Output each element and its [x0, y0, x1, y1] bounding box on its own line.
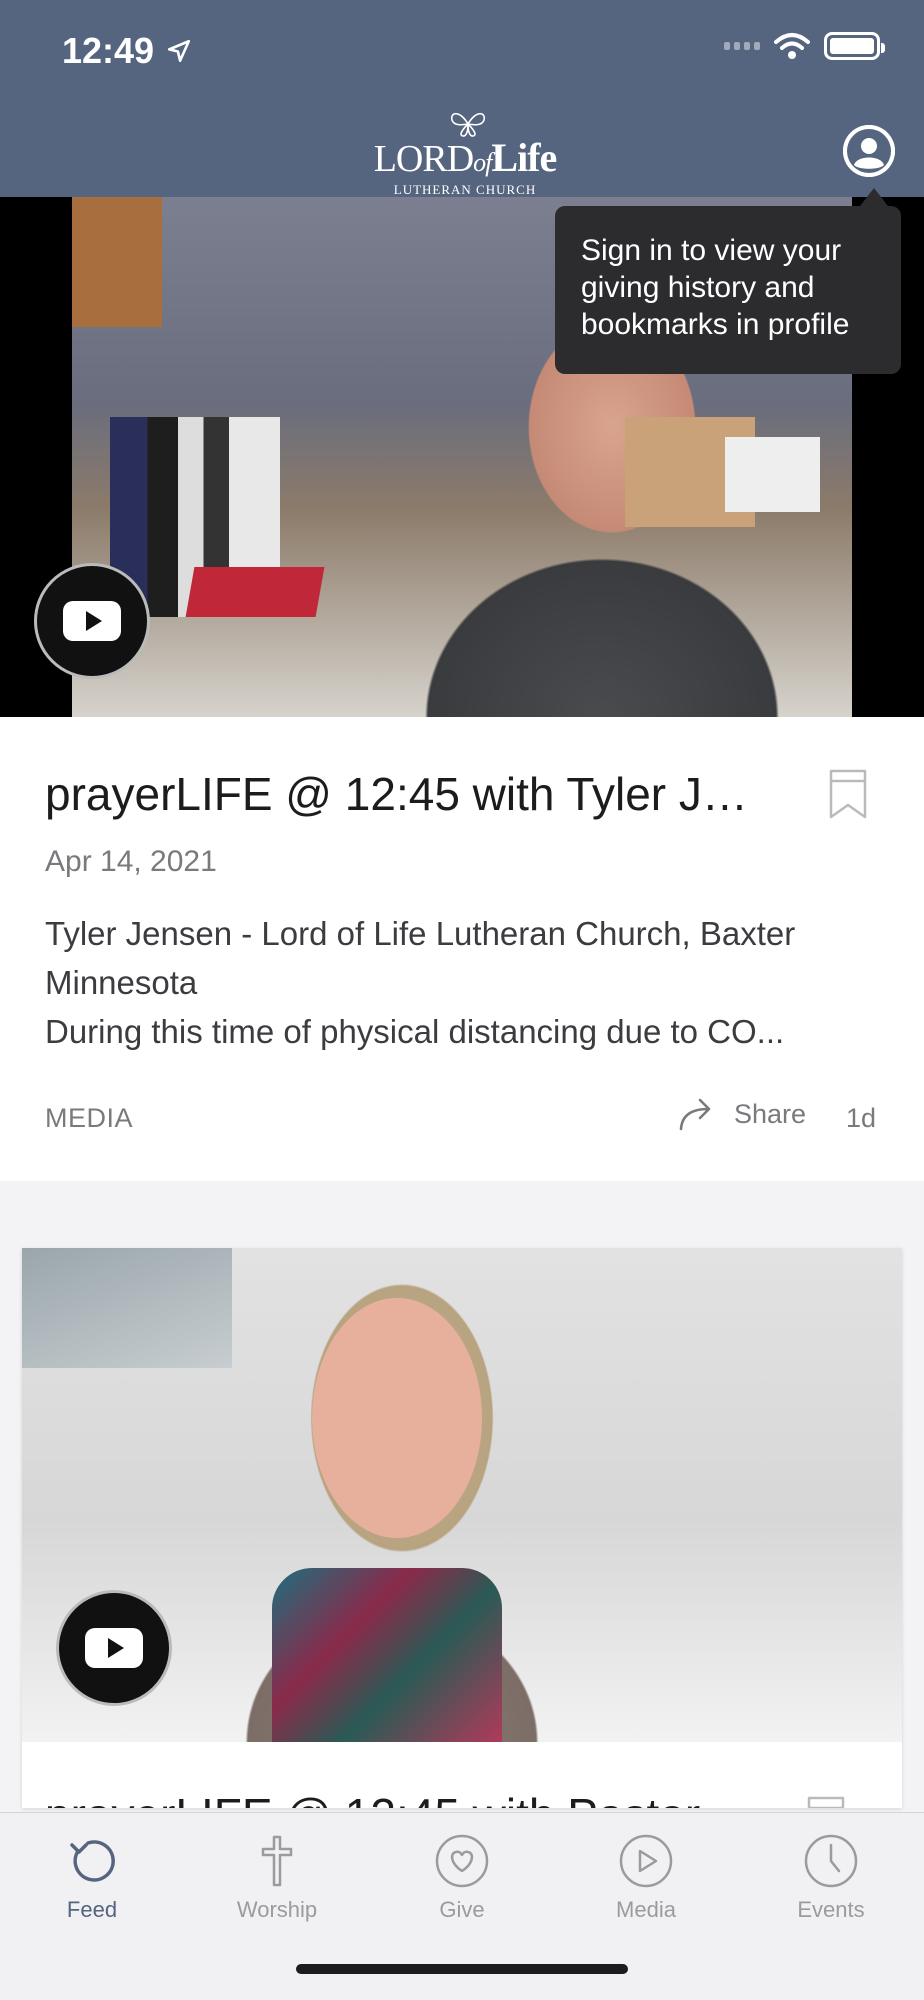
- youtube-icon: [85, 1628, 143, 1668]
- card-title[interactable]: prayerLIFE @ 12:45 with Tyler Je...: [45, 767, 765, 821]
- tab-events[interactable]: Events: [766, 1833, 896, 1923]
- card-title[interactable]: prayerLIFE @ 12:45 with Pastor...: [45, 1788, 736, 1808]
- card-age: 1d: [846, 1103, 877, 1133]
- tab-feed[interactable]: Feed: [27, 1833, 157, 1923]
- app-header: 12:49 LORDofLife LUTHERAN CHURCH: [0, 0, 924, 197]
- tab-worship[interactable]: Worship: [212, 1833, 342, 1923]
- tab-label: Worship: [236, 1897, 318, 1922]
- cross-icon: [261, 1835, 293, 1887]
- card-date: Apr 14, 2021: [45, 845, 217, 878]
- card-description: Tyler Jensen - Lord of Life Lutheran Chu…: [45, 909, 885, 1056]
- battery-icon: [824, 32, 885, 60]
- description-line: Tyler Jensen - Lord of Life Lutheran Chu…: [45, 915, 796, 1001]
- tab-label: Give: [439, 1897, 485, 1922]
- user-avatar-icon: [843, 125, 895, 177]
- butterfly-logo-icon: [450, 112, 486, 137]
- video-thumbnail[interactable]: [22, 1248, 902, 1742]
- status-bar-time: 12:49: [62, 30, 192, 72]
- logo-wordmark: LORDofLife: [373, 135, 558, 180]
- cellular-signal-icon: [724, 42, 760, 50]
- thumbnail-detail: [725, 437, 820, 512]
- card-category: MEDIA: [45, 1103, 134, 1133]
- status-indicators: [724, 32, 885, 60]
- share-arrow-icon: [679, 1098, 711, 1131]
- youtube-play-button[interactable]: [34, 563, 150, 679]
- thumbnail-detail: [185, 567, 325, 617]
- heart-icon: [435, 1834, 489, 1888]
- time-text: 12:49: [62, 30, 155, 71]
- thumbnail-detail: [72, 197, 162, 327]
- tab-label: Events: [797, 1897, 865, 1922]
- location-arrow-icon: [168, 39, 191, 63]
- logo-subtitle: LUTHERAN CHURCH: [393, 182, 537, 197]
- bookmark-icon[interactable]: [807, 1796, 845, 1808]
- tab-give[interactable]: Give: [397, 1833, 527, 1923]
- youtube-icon: [63, 601, 121, 641]
- profile-button[interactable]: [843, 125, 895, 177]
- thumbnail-detail: [312, 1298, 482, 1538]
- church-logo: LORDofLife LUTHERAN CHURCH: [370, 108, 560, 197]
- tab-media[interactable]: Media: [581, 1833, 711, 1923]
- share-label: Share: [734, 1098, 807, 1129]
- clock-icon: [804, 1834, 858, 1888]
- youtube-play-button[interactable]: [56, 1590, 172, 1706]
- tab-label: Feed: [66, 1897, 118, 1922]
- thumbnail-detail: [272, 1568, 502, 1742]
- description-line: During this time of physical distancing …: [45, 1013, 785, 1050]
- sign-in-tooltip[interactable]: Sign in to view your giving history and …: [555, 206, 901, 374]
- share-button[interactable]: Share: [678, 1097, 806, 1131]
- tab-label: Media: [616, 1897, 676, 1922]
- tooltip-arrow: [860, 188, 888, 206]
- home-indicator[interactable]: [296, 1964, 628, 1974]
- thumbnail-detail: [22, 1248, 232, 1368]
- play-circle-icon: [619, 1834, 673, 1888]
- wifi-icon: [774, 33, 810, 59]
- feed-card[interactable]: prayerLIFE @ 12:45 with Pastor...: [22, 1248, 902, 1808]
- bookmark-icon[interactable]: [829, 769, 867, 819]
- refresh-icon: [70, 1840, 115, 1882]
